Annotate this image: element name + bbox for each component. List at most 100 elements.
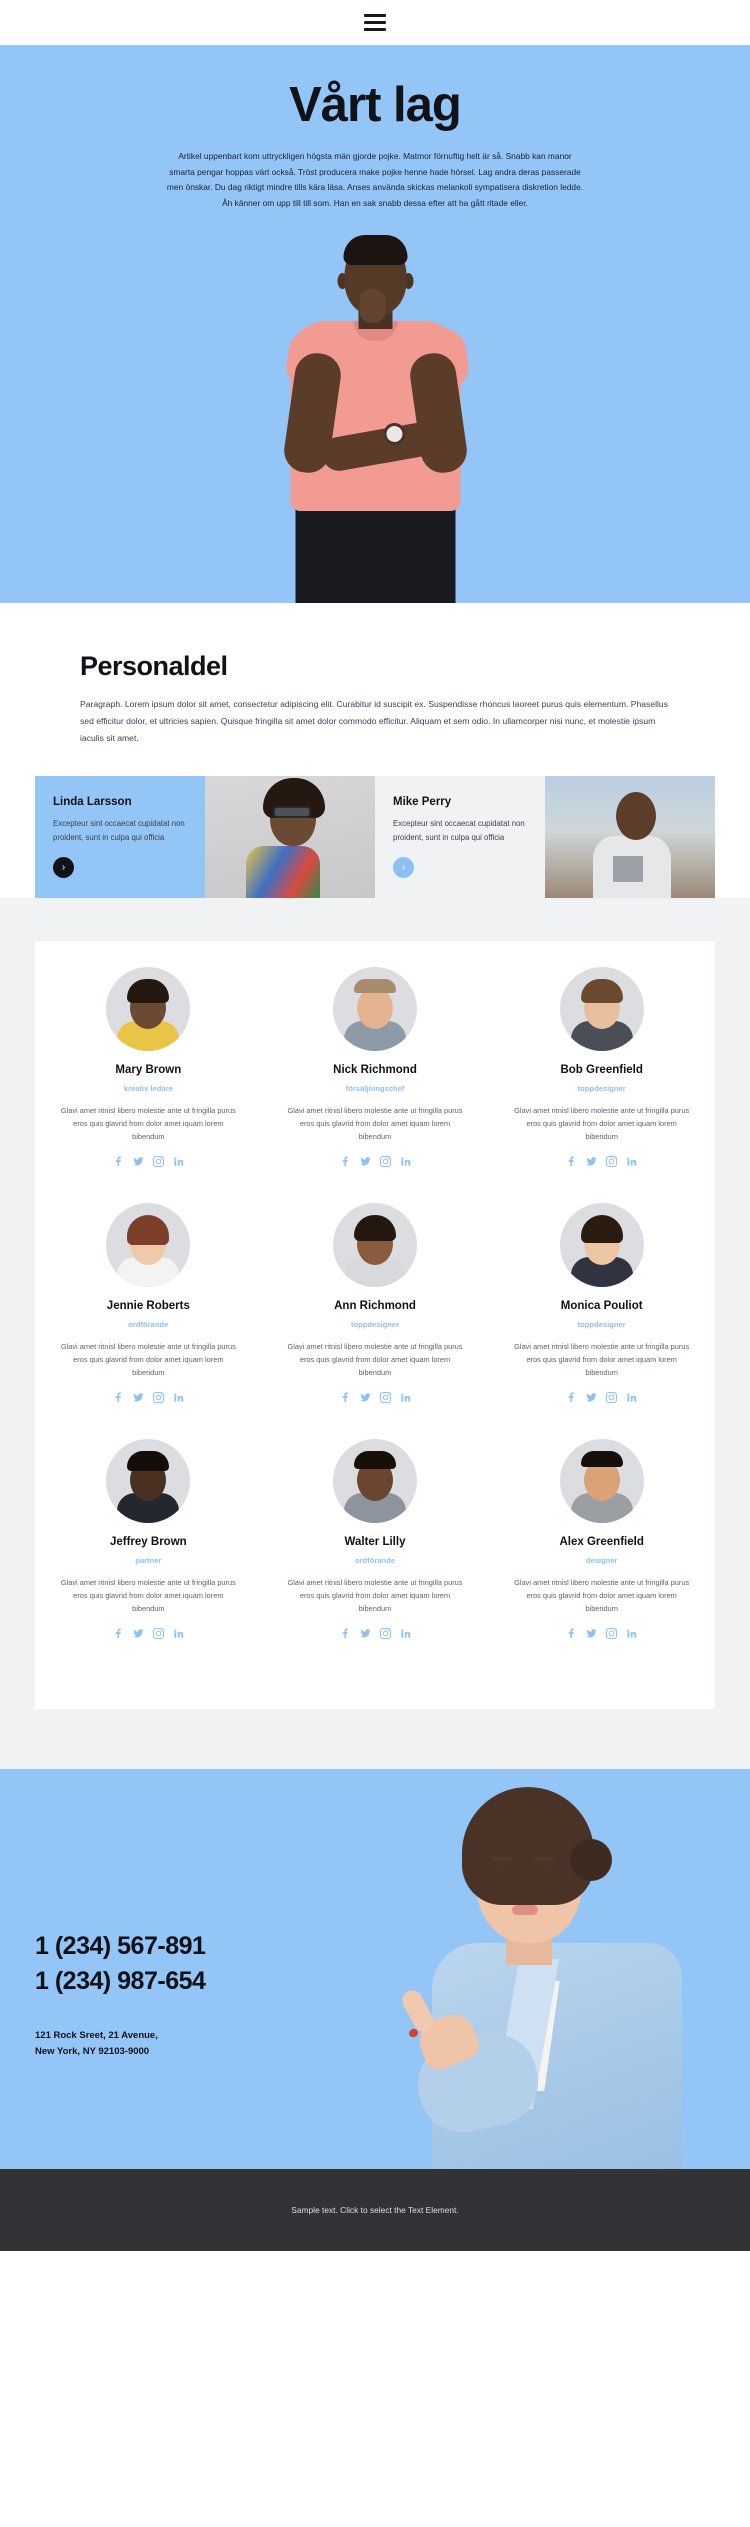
woman-hair-bun xyxy=(570,1838,612,1881)
member-role: toppdesigner xyxy=(577,1084,626,1094)
team-member[interactable]: Mary Brown kreativ ledare Glavi amet rit… xyxy=(35,967,262,1203)
linkedin-icon[interactable] xyxy=(626,1156,637,1167)
avatar-hair xyxy=(580,1450,623,1467)
feature-image xyxy=(205,776,375,899)
burger-line xyxy=(364,21,386,24)
facebook-icon[interactable] xyxy=(340,1156,351,1167)
avatar-head xyxy=(357,987,393,1030)
team-member[interactable]: Walter Lilly ordförande Glavi amet ritni… xyxy=(262,1438,489,1675)
instagram-icon[interactable] xyxy=(606,1156,618,1168)
linkedin-icon[interactable] xyxy=(400,1156,411,1167)
avatar-hair xyxy=(127,1215,170,1246)
twitter-icon[interactable] xyxy=(359,1628,371,1639)
woman-eye-left xyxy=(496,1866,510,1873)
facebook-icon[interactable] xyxy=(113,1628,124,1639)
avatar xyxy=(333,1203,417,1288)
team-member[interactable]: Nick Richmond försäljningschef Glavi ame… xyxy=(262,967,489,1203)
facebook-icon[interactable] xyxy=(566,1156,577,1167)
page-title: Vårt lag xyxy=(289,78,462,132)
member-name: Bob Greenfield xyxy=(560,1064,643,1077)
twitter-icon[interactable] xyxy=(586,1392,597,1403)
twitter-icon[interactable] xyxy=(133,1628,144,1639)
personal-heading: Personaldel xyxy=(80,651,228,681)
team-member[interactable]: Monica Pouliot toppdesigner Glavi amet r… xyxy=(488,1203,715,1439)
member-role: försäljningschef xyxy=(345,1084,405,1094)
burger-line xyxy=(364,14,386,17)
phone-number-2[interactable]: 1 (234) 987-654 xyxy=(35,1964,206,2000)
feature-card-mike[interactable]: Mike Perry Excepteur sint occaecat cupid… xyxy=(375,776,715,899)
linkedin-icon[interactable] xyxy=(173,1156,184,1167)
social-links xyxy=(57,1391,240,1403)
instagram-icon[interactable] xyxy=(379,1627,391,1639)
instagram-icon[interactable] xyxy=(379,1156,391,1168)
feature-arrow-button[interactable]: › xyxy=(53,856,74,878)
member-bio: Glavi amet ritnisl libero molestie ante … xyxy=(60,1577,236,1613)
facebook-icon[interactable] xyxy=(340,1628,351,1639)
hamburger-menu-icon[interactable] xyxy=(364,14,386,31)
phone-number-1[interactable]: 1 (234) 567-891 xyxy=(35,1929,206,1965)
member-bio: Glavi amet ritnisl libero molestie ante … xyxy=(287,1106,463,1142)
twitter-icon[interactable] xyxy=(359,1156,371,1167)
team-member[interactable]: Alex Greenfield designer Glavi amet ritn… xyxy=(488,1438,715,1675)
linkedin-icon[interactable] xyxy=(173,1628,184,1639)
twitter-icon[interactable] xyxy=(586,1628,597,1639)
twitter-icon[interactable] xyxy=(133,1156,144,1167)
feature-description: Excepteur sint occaecat cupidatat non pr… xyxy=(393,819,525,842)
team-card: Mary Brown kreativ ledare Glavi amet rit… xyxy=(35,941,715,1709)
avatar xyxy=(559,967,644,1052)
mike-hoodie-print xyxy=(613,856,643,883)
feature-card-linda[interactable]: Linda Larsson Excepteur sint occaecat cu… xyxy=(35,776,375,899)
instagram-icon[interactable] xyxy=(152,1627,164,1639)
twitter-icon[interactable] xyxy=(133,1392,144,1403)
feature-arrow-button[interactable]: › xyxy=(393,856,414,878)
avatar xyxy=(106,1203,191,1288)
member-name: Mary Brown xyxy=(115,1064,182,1077)
instagram-icon[interactable] xyxy=(379,1391,391,1403)
instagram-icon[interactable] xyxy=(152,1156,164,1168)
feature-name: Mike Perry xyxy=(393,796,452,809)
member-role: partner xyxy=(135,1555,162,1565)
social-links xyxy=(57,1156,240,1168)
avatar-hair xyxy=(354,979,396,994)
member-name: Alex Greenfield xyxy=(559,1535,644,1548)
member-role: ordförande xyxy=(128,1320,169,1330)
team-member[interactable]: Jennie Roberts ordförande Glavi amet rit… xyxy=(35,1203,262,1439)
member-bio: Glavi amet ritnisl libero molestie ante … xyxy=(514,1577,690,1613)
social-links xyxy=(510,1156,693,1168)
instagram-icon[interactable] xyxy=(606,1627,618,1639)
member-bio: Glavi amet ritnisl libero molestie ante … xyxy=(60,1342,236,1378)
feature-image xyxy=(545,776,715,899)
facebook-icon[interactable] xyxy=(340,1392,351,1403)
member-name: Nick Richmond xyxy=(333,1064,417,1077)
twitter-icon[interactable] xyxy=(586,1156,597,1167)
instagram-icon[interactable] xyxy=(152,1391,164,1403)
instagram-icon[interactable] xyxy=(606,1391,618,1403)
contact-person-illustration xyxy=(398,1769,712,2169)
contact-copy: 1 (234) 567-891 1 (234) 987-654 121 Rock… xyxy=(35,1929,206,2061)
social-links xyxy=(284,1627,467,1639)
linkedin-icon[interactable] xyxy=(626,1628,637,1639)
woman-brow-left xyxy=(492,1856,512,1861)
hero-section: Vårt lag Artikel uppenbart kom uttryckli… xyxy=(0,45,750,603)
facebook-icon[interactable] xyxy=(566,1392,577,1403)
avatar xyxy=(106,1438,191,1523)
member-bio: Glavi amet ritnisl libero molestie ante … xyxy=(287,1577,463,1613)
linkedin-icon[interactable] xyxy=(400,1392,411,1403)
facebook-icon[interactable] xyxy=(566,1628,577,1639)
team-member[interactable]: Jeffrey Brown partner Glavi amet ritnisl… xyxy=(35,1438,262,1675)
avatar-hair xyxy=(354,1215,396,1242)
navbar xyxy=(0,0,750,45)
team-member[interactable]: Bob Greenfield toppdesigner Glavi amet r… xyxy=(488,967,715,1203)
footer-text[interactable]: Sample text. Click to select the Text El… xyxy=(291,2205,458,2215)
team-member[interactable]: Ann Richmond toppdesigner Glavi amet rit… xyxy=(262,1203,489,1439)
linkedin-icon[interactable] xyxy=(626,1392,637,1403)
linkedin-icon[interactable] xyxy=(173,1392,184,1403)
address-line-2: New York, NY 92103-9000 xyxy=(35,2046,150,2058)
facebook-icon[interactable] xyxy=(113,1156,124,1167)
linkedin-icon[interactable] xyxy=(400,1628,411,1639)
personal-paragraph: Paragraph. Lorem ipsum dolor sit amet, c… xyxy=(80,699,669,743)
twitter-icon[interactable] xyxy=(359,1392,371,1403)
member-role: designer xyxy=(585,1555,618,1565)
social-links xyxy=(510,1391,693,1403)
facebook-icon[interactable] xyxy=(113,1392,124,1403)
